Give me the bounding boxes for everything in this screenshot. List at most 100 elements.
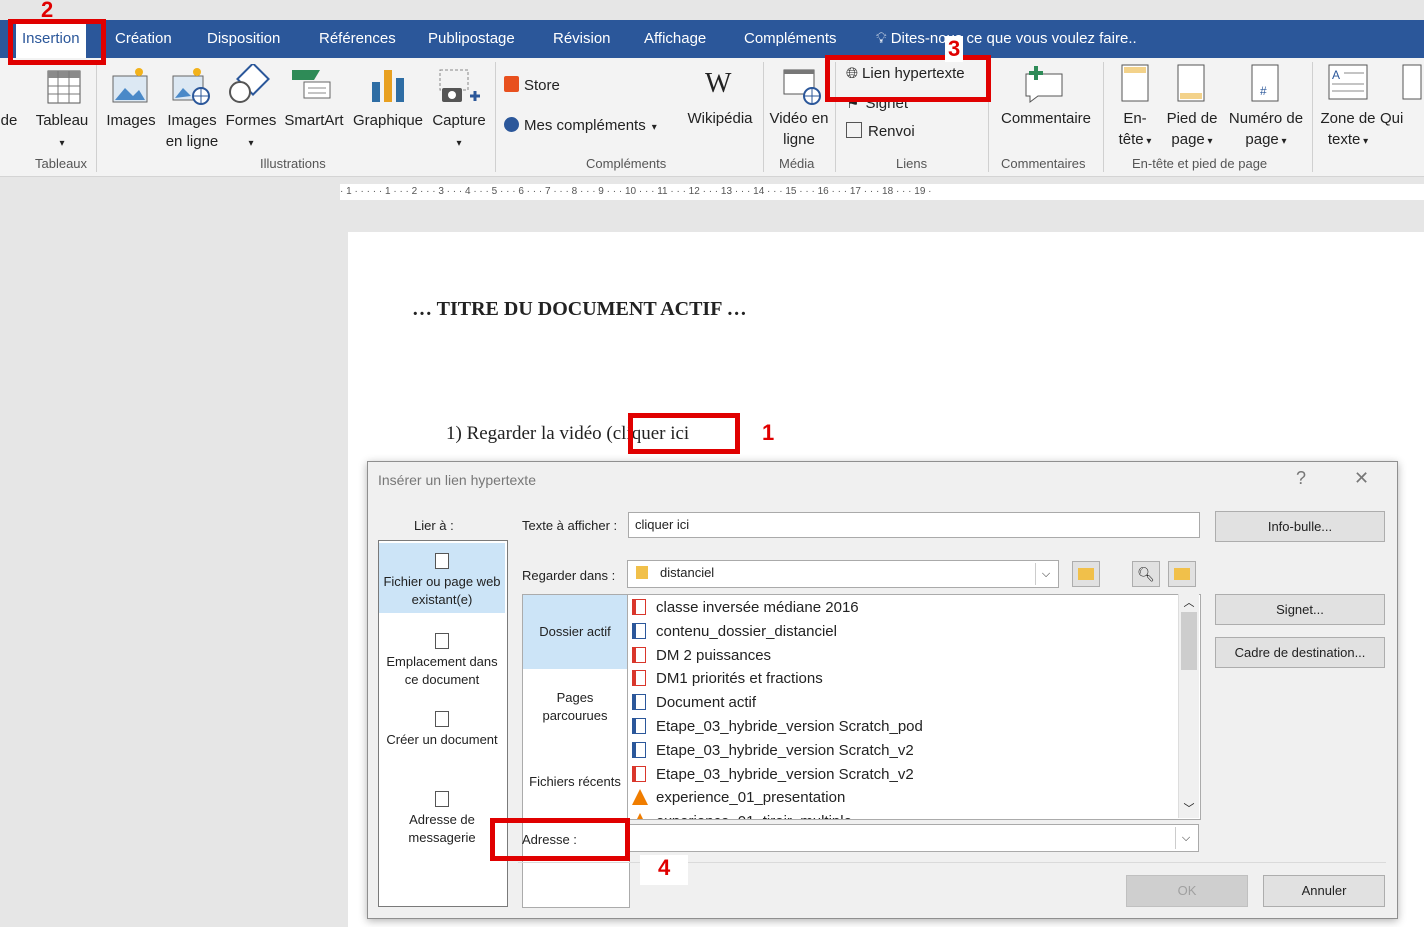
store-label: Store <box>524 77 560 94</box>
file-list-item[interactable]: experience_01_tiroir_multiple <box>632 810 852 819</box>
lightbulb-icon: 💡︎ <box>876 30 887 47</box>
browse-file-button[interactable] <box>1168 561 1196 587</box>
tab-publipostage[interactable]: Publipostage <box>428 20 515 58</box>
dialog-title: Insérer un lien hypertexte <box>378 472 536 488</box>
group-media: Média <box>779 156 815 171</box>
commentaire-button[interactable]: Commentaire <box>996 108 1096 129</box>
video-icon <box>783 69 821 105</box>
tab-disposition[interactable]: Disposition <box>207 20 280 58</box>
pdf-file-icon <box>632 765 646 782</box>
file-list-item[interactable]: Etape_03_hybride_version Scratch_pod <box>632 715 923 739</box>
group-tableaux: Tableaux <box>35 156 88 171</box>
sidebar-item-messagerie[interactable]: Adresse de messagerie <box>379 791 505 855</box>
file-list[interactable]: classe inversée médiane 2016 contenu_doss… <box>627 594 1201 820</box>
search-globe-icon: 🔍︎ <box>1137 566 1155 582</box>
horizontal-ruler[interactable]: · 1 · · · · · 1 · · · 2 · · · 3 · · · 4 … <box>340 184 1424 200</box>
regarder-dans-select[interactable]: distanciel ⌵ <box>627 560 1059 588</box>
graphique-button[interactable]: Graphique <box>349 110 427 131</box>
annotation-number-3: 3 <box>945 36 964 62</box>
formes-button[interactable]: Formes ▾ <box>223 110 279 154</box>
file-list-item[interactable]: DM 2 puissances <box>632 644 771 668</box>
en-tete-button[interactable]: En-tête ▾ <box>1112 108 1158 152</box>
renvoi-button[interactable]: Renvoi <box>846 121 915 142</box>
dropdown-arrow-icon: ▾ <box>1204 136 1213 147</box>
signet-button[interactable]: Signet... <box>1215 594 1385 625</box>
nav-item-pages-parcourues[interactable]: Pages parcourues <box>523 689 627 729</box>
video-en-ligne-button[interactable]: Vidéo en ligne <box>767 108 831 150</box>
tab-creation[interactable]: Création <box>115 20 172 58</box>
file-list-scrollbar[interactable]: ︿ ﹀ <box>1178 594 1199 818</box>
dropdown-arrow-icon: ▾ <box>248 138 254 149</box>
browse-web-button[interactable] <box>1072 561 1100 587</box>
file-list-item[interactable]: DM1 priorités et fractions <box>632 667 823 691</box>
info-bulle-button[interactable]: Info-bulle... <box>1215 511 1385 542</box>
vlc-icon <box>632 789 648 806</box>
capture-button[interactable]: Capture ▾ <box>428 110 490 154</box>
scroll-down-icon[interactable]: ﹀ <box>1179 800 1199 818</box>
group-commentaires: Commentaires <box>1001 156 1086 171</box>
annotation-number-2: 2 <box>41 0 54 22</box>
file-list-item[interactable]: Etape_03_hybride_version Scratch_v2 <box>632 763 914 787</box>
cadre-destination-button[interactable]: Cadre de destination... <box>1215 637 1385 668</box>
renvoi-label: Renvoi <box>868 123 915 140</box>
tab-revision[interactable]: Révision <box>553 20 611 58</box>
dropdown-arrow-icon: ▾ <box>59 138 65 149</box>
sidebar-item-label: Fichier ou page web existant(e) <box>383 574 501 607</box>
shapes-icon <box>229 64 270 103</box>
file-name: contenu_dossier_distanciel <box>656 622 837 640</box>
texte-a-afficher-input[interactable]: cliquer ici <box>628 512 1200 538</box>
sidebar-item-label: Adresse de messagerie <box>408 812 476 845</box>
smartart-button[interactable]: SmartArt <box>281 110 347 131</box>
scroll-up-icon[interactable]: ︿ <box>1179 594 1199 612</box>
quick-parts-button[interactable]: Qui <box>1380 108 1403 129</box>
annuler-button[interactable]: Annuler <box>1263 875 1385 907</box>
separator <box>1103 62 1104 172</box>
open-folder-icon <box>1174 568 1190 580</box>
tableau-label: Tableau <box>35 112 89 129</box>
tableau-button[interactable]: Tableau ▾ <box>33 110 91 154</box>
file-list-item[interactable]: Document actif <box>632 691 756 715</box>
search-web-button[interactable]: 🔍︎ <box>1132 561 1160 587</box>
tab-complements[interactable]: Compléments <box>744 20 837 58</box>
group-liens: Liens <box>896 156 928 171</box>
annotation-box-insertion <box>8 19 106 65</box>
table-icon <box>47 70 81 104</box>
separator <box>96 62 97 172</box>
scroll-thumb[interactable] <box>1181 612 1197 670</box>
nav-item-dossier-actif[interactable]: Dossier actif <box>523 595 627 669</box>
group-entete: En-tête et pied de page <box>1132 156 1268 171</box>
adresse-input[interactable]: ⌵ <box>627 824 1199 852</box>
store-button[interactable]: Store <box>504 75 560 96</box>
textbox-icon: A <box>1328 64 1368 100</box>
sidebar-item-creer[interactable]: Créer un document <box>379 711 505 775</box>
images-button[interactable]: Images <box>102 110 160 131</box>
pied-de-page-button[interactable]: Pied de page ▾ <box>1162 108 1222 152</box>
comment-icon <box>1025 66 1063 103</box>
tell-me-box[interactable]: 💡︎ Dites-nous ce que vous voulez faire.. <box>876 20 1137 58</box>
annotation-number-1: 1 <box>762 420 775 445</box>
close-icon[interactable]: ✕ <box>1354 468 1369 489</box>
file-list-item[interactable]: classe inversée médiane 2016 <box>632 596 859 620</box>
zone-de-texte-button[interactable]: Zone de texte ▾ <box>1316 108 1380 152</box>
file-name: experience_01_tiroir_multiple <box>656 813 852 819</box>
pdf-file-icon <box>632 599 646 615</box>
images-en-ligne-button[interactable]: Images en ligne <box>163 110 221 152</box>
mes-complements-button[interactable]: Mes compléments ▾ <box>504 115 657 138</box>
smartart-icon <box>292 70 331 99</box>
nav-item-fichiers-recents[interactable]: Fichiers récents <box>523 773 627 797</box>
wikipedia-button[interactable]: Wikipédia <box>684 108 756 129</box>
ok-button[interactable]: OK <box>1126 875 1248 907</box>
annotation-box-lien <box>825 55 991 102</box>
file-list-item[interactable]: Etape_03_hybride_version Scratch_v2 <box>632 739 914 763</box>
tab-affichage[interactable]: Affichage <box>644 20 706 58</box>
regarder-dans-label: Regarder dans : <box>522 568 616 583</box>
addins-icon <box>504 117 519 132</box>
file-list-item[interactable]: contenu_dossier_distanciel <box>632 620 837 644</box>
numero-de-page-button[interactable]: Numéro de page ▾ <box>1224 108 1308 152</box>
tab-references[interactable]: Références <box>319 20 396 58</box>
sidebar-item-emplacement[interactable]: Emplacement dans ce document <box>379 633 505 697</box>
file-name: Etape_03_hybride_version Scratch_v2 <box>656 765 914 783</box>
sidebar-item-fichier[interactable]: Fichier ou page web existant(e) <box>379 543 505 613</box>
file-list-item[interactable]: experience_01_presentation <box>632 786 845 810</box>
help-icon[interactable]: ? <box>1296 468 1306 489</box>
